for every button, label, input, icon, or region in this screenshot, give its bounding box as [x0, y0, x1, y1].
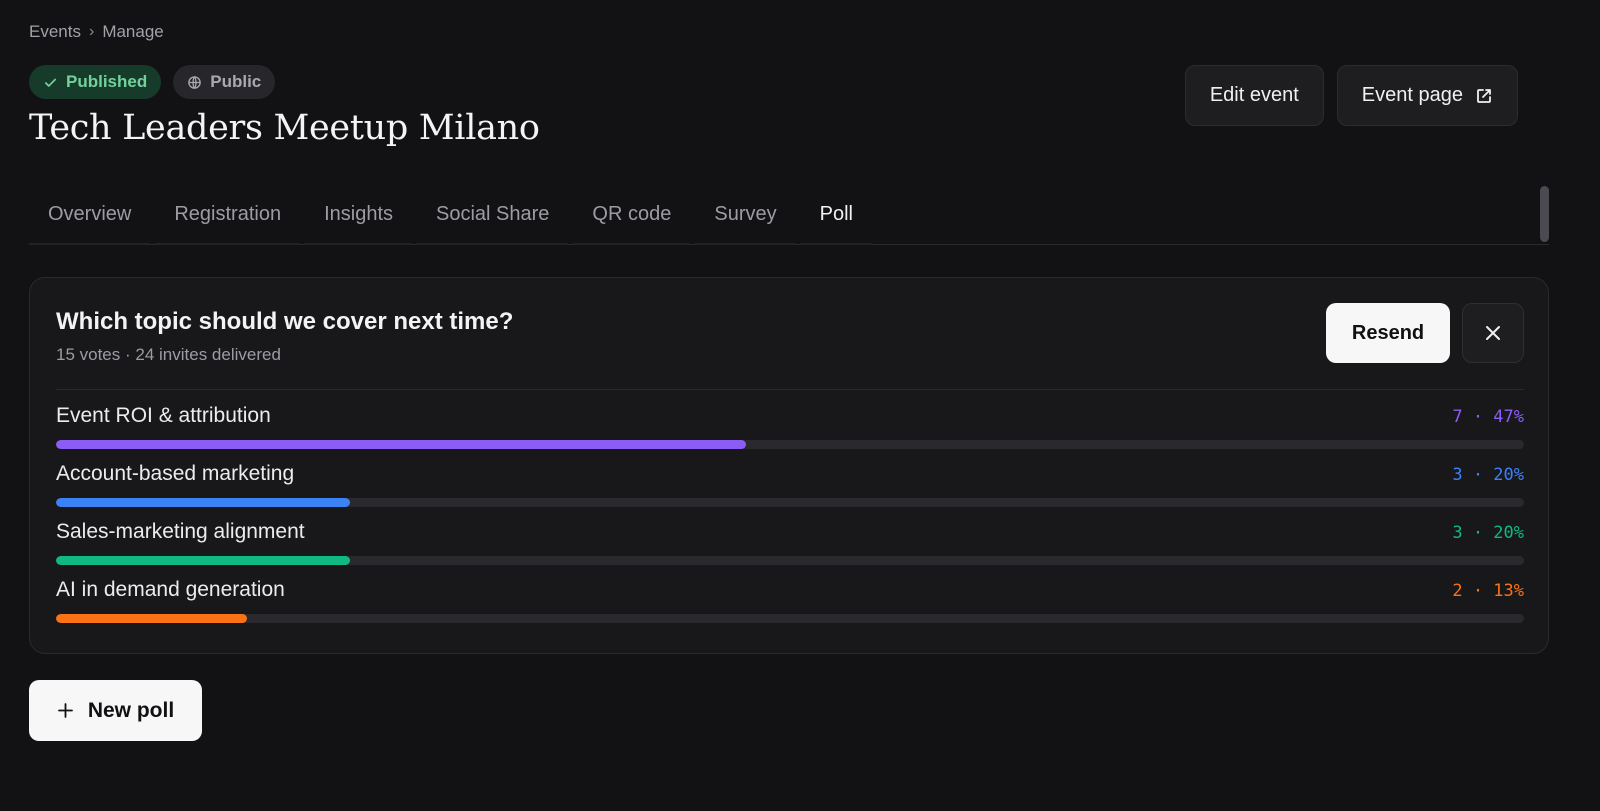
public-badge: Public	[173, 65, 276, 99]
tab-social-share[interactable]: Social Share	[417, 186, 569, 245]
edit-event-button[interactable]: Edit event	[1184, 65, 1324, 126]
poll-divider	[56, 389, 1524, 390]
poll-option-stat: 2 · 13%	[1452, 581, 1524, 601]
check-icon	[44, 78, 57, 87]
poll-option-bar	[56, 556, 350, 565]
resend-button[interactable]: Resend	[1326, 303, 1450, 363]
poll-option: Event ROI & attribution 7 · 47%	[56, 404, 1524, 462]
new-poll-button[interactable]: New poll	[29, 680, 202, 741]
poll-option-track	[56, 498, 1524, 507]
status-badges: Published Public	[29, 65, 276, 99]
plus-icon	[57, 703, 73, 718]
breadcrumb-separator: ›	[88, 23, 95, 40]
poll-option: Account-based marketing 3 · 20%	[56, 462, 1524, 520]
tab-overview[interactable]: Overview	[29, 186, 151, 245]
poll-option-stat: 3 · 20%	[1452, 465, 1524, 485]
poll-option-bar	[56, 614, 247, 623]
event-page-label: Event page	[1361, 84, 1463, 106]
breadcrumb-events[interactable]: Events	[29, 22, 81, 42]
breadcrumb-manage: Manage	[102, 22, 164, 41]
event-page-button[interactable]: Event page	[1336, 65, 1518, 126]
tab-bar: Overview Registration Insights Social Sh…	[29, 186, 1549, 245]
poll-option-bar	[56, 440, 746, 449]
poll-question: Which topic should we cover next time?	[56, 308, 514, 335]
poll-option-stat: 7 · 47%	[1452, 407, 1524, 427]
page-title: Tech Leaders Meetup Milano	[29, 108, 540, 148]
published-badge-label: Published	[66, 72, 148, 91]
poll-option-bar	[56, 498, 350, 507]
public-badge-label: Public	[210, 72, 262, 91]
poll-option-track	[56, 614, 1524, 623]
tab-insights[interactable]: Insights	[305, 186, 413, 245]
poll-option: AI in demand generation 2 · 13%	[56, 578, 1524, 636]
breadcrumb: Events › Manage	[29, 22, 164, 42]
poll-option-label: Sales-marketing alignment	[56, 520, 305, 543]
poll-option: Sales-marketing alignment 3 · 20%	[56, 520, 1524, 578]
published-badge: Published	[29, 65, 162, 99]
edit-event-label: Edit event	[1209, 84, 1299, 106]
tab-qr-code[interactable]: QR code	[573, 186, 691, 245]
poll-meta: 15 votes · 24 invites delivered	[56, 345, 281, 364]
external-link-icon	[1477, 88, 1491, 103]
globe-icon	[188, 75, 202, 89]
poll-option-label: Account-based marketing	[56, 462, 295, 485]
close-icon	[1486, 326, 1500, 340]
poll-option-label: Event ROI & attribution	[56, 404, 271, 427]
tab-survey[interactable]: Survey	[695, 186, 796, 245]
new-poll-label: New poll	[87, 698, 175, 722]
poll-option-track	[56, 556, 1524, 565]
tabs-scrollbar[interactable]	[1540, 186, 1549, 242]
poll-card: Which topic should we cover next time? 1…	[29, 277, 1549, 654]
poll-option-stat: 3 · 20%	[1452, 523, 1524, 543]
tab-poll[interactable]: Poll	[800, 186, 872, 245]
poll-options: Event ROI & attribution 7 · 47% Account-…	[56, 404, 1524, 636]
header-actions: Edit event Event page	[1184, 65, 1518, 126]
poll-option-label: AI in demand generation	[56, 578, 285, 601]
tab-registration[interactable]: Registration	[155, 186, 301, 245]
poll-option-track	[56, 440, 1524, 449]
close-poll-button[interactable]	[1462, 303, 1524, 363]
